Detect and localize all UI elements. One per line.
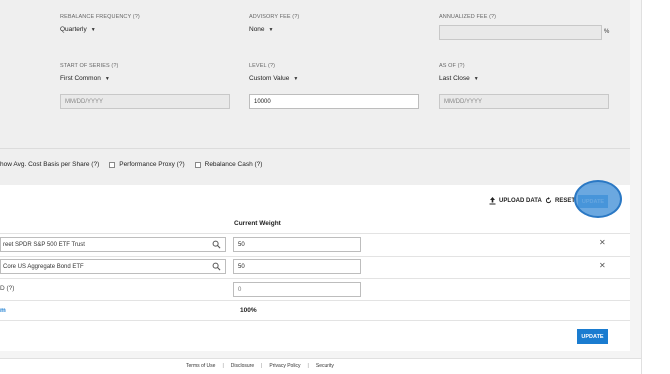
reset-button[interactable]: RESET [545, 197, 575, 204]
rebalance-frequency-label: REBALANCE FREQUENCY (?) [60, 14, 140, 20]
update-button-bottom[interactable]: UPDATE [577, 329, 608, 344]
footer-links: Terms of Use | Disclosure | Privacy Poli… [186, 363, 334, 369]
disclosure-link[interactable]: Disclosure [231, 363, 254, 369]
caret-down-icon: ▼ [104, 75, 110, 82]
security-name: reet SPDR S&P 500 ETF Trust [3, 241, 85, 248]
add-security-link[interactable]: m [0, 307, 6, 314]
caret-down-icon: ▼ [268, 26, 274, 33]
start-of-series-dropdown[interactable]: First Common ▼ [60, 75, 110, 82]
caret-down-icon: ▼ [293, 75, 299, 82]
security-link[interactable]: Security [316, 363, 334, 369]
footer-separator: | [222, 363, 224, 369]
start-of-series-label: START OF SERIES (?) [60, 63, 119, 69]
panel-divider [0, 148, 630, 149]
security-name: Core US Aggregate Bond ETF [3, 263, 84, 270]
caret-down-icon: ▼ [90, 26, 96, 33]
row-divider [0, 233, 630, 234]
level-value: Custom Value [249, 75, 290, 82]
annualized-fee-label: ANNUALIZED FEE (?) [439, 14, 497, 20]
row-divider [0, 278, 630, 279]
level-input[interactable]: 10000 [249, 94, 419, 109]
avg-cost-option[interactable]: how Avg. Cost Basis per Share (?) [0, 161, 99, 168]
row-divider [0, 300, 630, 301]
performance-proxy-checkbox[interactable] [109, 161, 116, 168]
right-gutter [641, 0, 670, 374]
advisory-fee-value: None [249, 26, 265, 33]
level-dropdown[interactable]: Custom Value ▼ [249, 75, 298, 82]
row-divider [0, 320, 630, 321]
level-label: LEVEL (?) [249, 63, 276, 69]
security-search-input[interactable]: Core US Aggregate Bond ETF [0, 259, 226, 274]
search-icon[interactable] [212, 240, 221, 249]
cash-label: D (?) [0, 285, 15, 292]
performance-proxy-option[interactable]: Performance Proxy (?) [109, 161, 185, 168]
footer-separator: | [307, 363, 309, 369]
start-date-input[interactable]: MM/DD/YYYY [60, 94, 230, 109]
upload-icon [489, 197, 496, 205]
reset-label: RESET [555, 197, 576, 204]
update-button-top[interactable]: UPDATE [578, 195, 608, 208]
caret-down-icon: ▼ [473, 75, 479, 82]
footer-separator: | [261, 363, 263, 369]
weight-input[interactable]: 50 [233, 237, 361, 252]
rebalance-frequency-value: Quarterly [60, 26, 87, 33]
advisory-fee-label: ADVISORY FEE (?) [249, 14, 300, 20]
security-search-input[interactable]: reet SPDR S&P 500 ETF Trust [0, 237, 226, 252]
performance-proxy-label: Performance Proxy (?) [119, 161, 185, 168]
options-row: how Avg. Cost Basis per Share (?) Perfor… [0, 161, 272, 168]
rebalance-frequency-dropdown[interactable]: Quarterly ▼ [60, 26, 96, 33]
avg-cost-label: how Avg. Cost Basis per Share (?) [0, 161, 100, 168]
rebalance-cash-checkbox[interactable] [194, 161, 201, 168]
as-of-date-input[interactable]: MM/DD/YYYY [439, 94, 609, 109]
upload-data-button[interactable]: UPLOAD DATA [489, 197, 542, 205]
total-weight: 100% [240, 307, 257, 314]
weight-input[interactable]: 50 [233, 259, 361, 274]
rebalance-cash-option[interactable]: Rebalance Cash (?) [194, 161, 263, 168]
percent-sign: % [604, 29, 610, 35]
advisory-fee-dropdown[interactable]: None ▼ [249, 26, 274, 33]
start-of-series-value: First Common [60, 75, 101, 82]
as-of-value: Last Close [439, 75, 470, 82]
remove-row-icon[interactable]: ✕ [599, 261, 606, 270]
annualized-fee-input[interactable] [439, 25, 602, 40]
row-divider [0, 256, 630, 257]
cash-weight-input[interactable]: 0 [233, 282, 361, 297]
privacy-policy-link[interactable]: Privacy Policy [269, 363, 300, 369]
as-of-dropdown[interactable]: Last Close ▼ [439, 75, 479, 82]
search-icon[interactable] [212, 262, 221, 271]
refresh-icon [545, 197, 552, 204]
upload-data-label: UPLOAD DATA [499, 198, 542, 204]
current-weight-header: Current Weight [234, 220, 281, 227]
terms-of-use-link[interactable]: Terms of Use [186, 363, 215, 369]
rebalance-cash-label: Rebalance Cash (?) [204, 161, 263, 168]
as-of-label: AS OF (?) [439, 63, 465, 69]
remove-row-icon[interactable]: ✕ [599, 238, 606, 247]
